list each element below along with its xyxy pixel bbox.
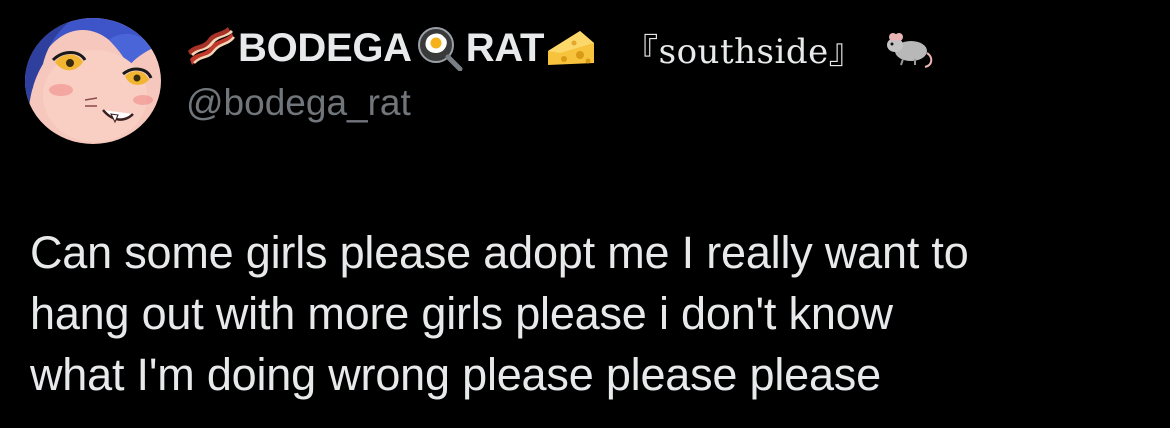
user-handle[interactable]: @bodega_rat xyxy=(186,82,1150,124)
bacon-icon xyxy=(186,25,236,71)
tweet-text-line: Can some girls please adopt me I really … xyxy=(30,227,969,278)
tweet-text: Can some girls please adopt me I really … xyxy=(30,222,1140,405)
display-name-part1: BODEGA xyxy=(238,25,412,70)
display-name[interactable]: BODEGA RAT 『southside』 xyxy=(186,22,1150,74)
frying-pan-egg-icon xyxy=(414,25,464,71)
cheese-icon xyxy=(546,25,596,71)
tweet-text-line: what I'm doing wrong please please pleas… xyxy=(30,349,881,400)
avatar[interactable] xyxy=(25,18,161,144)
display-name-suffix: 『southside』 xyxy=(624,31,864,72)
tweet-header: BODEGA RAT 『southside』 @bodega_rat xyxy=(186,22,1150,124)
tweet: BODEGA RAT 『southside』 @bodega_rat Can s… xyxy=(0,0,1170,428)
tweet-text-line: hang out with more girls please i don't … xyxy=(30,288,893,339)
display-name-part2: RAT xyxy=(465,25,545,70)
rat-icon xyxy=(885,25,935,71)
